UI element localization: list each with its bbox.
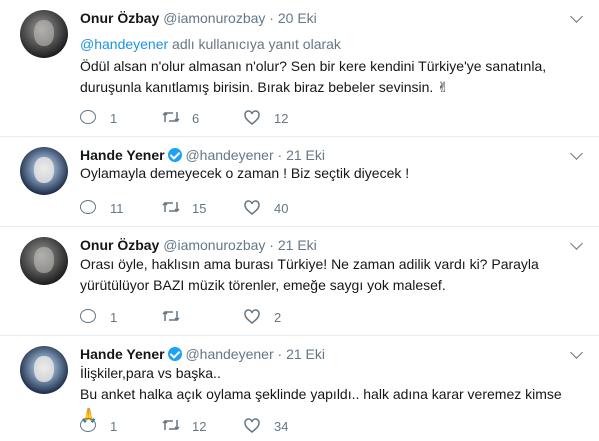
avatar[interactable] xyxy=(20,10,68,58)
heart-icon xyxy=(244,309,260,324)
tweet-text-line: Ödül alsan n'olur almasan n'olur? Sen bi… xyxy=(80,58,547,74)
retweet-icon xyxy=(162,310,180,322)
tweet-header: Onur Özbay @iamonurozbay · 20 Eki xyxy=(80,10,317,26)
display-name[interactable]: Onur Özbay xyxy=(80,10,159,26)
avatar[interactable] xyxy=(20,346,68,394)
reply-count: 1 xyxy=(110,419,118,434)
chevron-down-icon[interactable] xyxy=(570,147,583,160)
tweet-text-line: Orası öyle, haklısın ama burası Türkiye!… xyxy=(80,256,539,272)
tweet[interactable]: Hande Yener @handeyener · 21 Eki Oylamay… xyxy=(0,137,599,227)
tweet-text: Oylamayla demeyecek o zaman ! Biz seçtik… xyxy=(80,163,580,184)
chevron-down-icon[interactable] xyxy=(570,10,583,23)
separator: · xyxy=(277,147,283,163)
tweet-header: Hande Yener @handeyener · 21 Eki xyxy=(80,346,325,362)
reply-count: 1 xyxy=(110,111,118,126)
tweet-header: Hande Yener @handeyener · 21 Eki xyxy=(80,147,325,163)
tweet-text: Orası öyle, haklısın ama burası Türkiye!… xyxy=(80,254,580,296)
heart-icon xyxy=(244,110,260,125)
chevron-down-icon[interactable] xyxy=(570,237,583,250)
retweet-count: 12 xyxy=(192,419,207,434)
reply-icon xyxy=(80,418,96,432)
verified-badge-icon xyxy=(167,148,182,162)
username[interactable]: @handeyener xyxy=(185,346,273,362)
username[interactable]: @iamonurozbay xyxy=(163,10,265,26)
reply-icon xyxy=(80,110,96,124)
retweet-count: 15 xyxy=(192,201,207,216)
tweet-header: Onur Özbay @iamonurozbay · 21 Eki xyxy=(80,237,317,253)
timestamp[interactable]: 21 Eki xyxy=(278,237,317,253)
username[interactable]: @iamonurozbay xyxy=(163,237,265,253)
retweet-icon xyxy=(162,111,180,123)
retweet-icon xyxy=(162,419,180,431)
timestamp[interactable]: 20 Eki xyxy=(278,10,317,26)
retweet-count: 6 xyxy=(192,111,200,126)
reply-count: 11 xyxy=(110,201,124,216)
like-count: 2 xyxy=(274,310,282,325)
like-count: 34 xyxy=(274,419,289,434)
timestamp[interactable]: 21 Eki xyxy=(286,147,325,163)
mention-link[interactable]: @handeyener xyxy=(80,36,168,52)
display-name[interactable]: Onur Özbay xyxy=(80,237,159,253)
reply-count: 1 xyxy=(110,310,118,325)
tweet-text-line: Oylamayla demeyecek o zaman ! Biz seçtik… xyxy=(80,165,410,181)
display-name[interactable]: Hande Yener xyxy=(80,147,165,163)
tweet[interactable]: Onur Özbay @iamonurozbay · 21 Eki Orası … xyxy=(0,227,599,336)
tweet-text: İlişkiler,para vs başka.. Bu anket halka… xyxy=(80,363,580,426)
display-name[interactable]: Hande Yener xyxy=(80,346,165,362)
retweet-icon xyxy=(162,201,180,213)
tweet-text-line: duruşunla kanıtlamış birisin. Bırak bira… xyxy=(80,79,449,95)
tweet[interactable]: Onur Özbay @iamonurozbay · 20 Eki @hande… xyxy=(0,0,599,137)
heart-icon xyxy=(244,200,260,215)
chevron-down-icon[interactable] xyxy=(570,346,583,359)
reply-context: @handeyener adlı kullanıcıya yanıt olara… xyxy=(80,36,341,52)
verified-badge-icon xyxy=(167,347,182,361)
like-count: 40 xyxy=(274,201,289,216)
tweet-text-line: Bu anket halka açık oylama şeklinde yapı… xyxy=(80,386,562,423)
reply-icon xyxy=(80,309,96,323)
separator: · xyxy=(269,10,274,26)
avatar[interactable] xyxy=(20,147,68,195)
heart-icon xyxy=(244,418,260,433)
like-count: 12 xyxy=(274,111,289,126)
tweet-text-line: yürütülüyor BAZI müzik törenler, emeğe s… xyxy=(80,277,446,293)
separator: · xyxy=(277,346,283,362)
separator: · xyxy=(269,237,274,253)
reply-icon xyxy=(80,200,96,214)
reply-context-text: adlı kullanıcıya yanıt olarak xyxy=(168,36,341,52)
tweet-text-line: İlişkiler,para vs başka.. xyxy=(80,365,221,381)
username[interactable]: @handeyener xyxy=(185,147,273,163)
tweet-text: Ödül alsan n'olur almasan n'olur? Sen bi… xyxy=(80,56,580,98)
tweet[interactable]: Hande Yener @handeyener · 21 Eki İlişkil… xyxy=(0,336,599,441)
avatar[interactable] xyxy=(20,237,68,285)
timestamp[interactable]: 21 Eki xyxy=(286,346,325,362)
